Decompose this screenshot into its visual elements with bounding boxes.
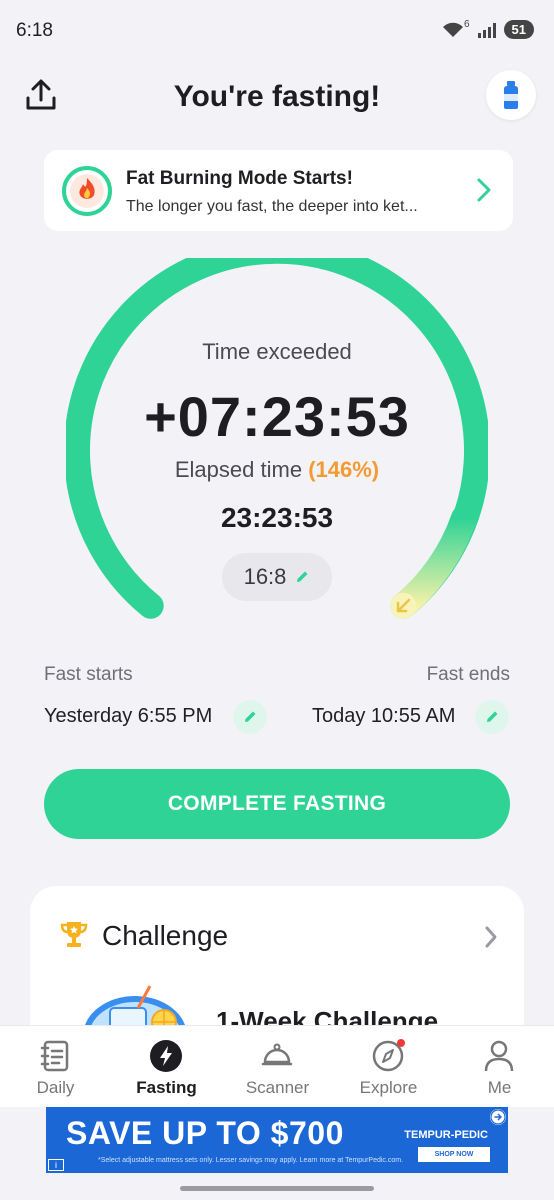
status-icons: 6 51 (442, 19, 534, 39)
battery-icon: 51 (503, 20, 534, 39)
nav-item-scanner[interactable]: Scanner (222, 1026, 333, 1108)
time-exceeded-label: Time exceeded (202, 339, 352, 364)
challenge-title: Challenge (102, 920, 229, 951)
nav-item-fasting[interactable]: Fasting (111, 1026, 222, 1108)
user-icon (484, 1040, 514, 1072)
banner-subtitle: The longer you fast, the deeper into ket… (126, 198, 418, 215)
nav-label-explore: Explore (359, 1078, 418, 1097)
bottom-nav: Daily Fasting Scanner Explore Me (0, 1025, 554, 1107)
compass-icon (372, 1039, 405, 1072)
fast-end-value: Today 10:55 AM (312, 705, 456, 727)
wifi-icon (442, 22, 463, 37)
nav-item-me[interactable]: Me (444, 1026, 554, 1108)
lightning-icon (150, 1040, 182, 1072)
water-bottle-icon (504, 81, 518, 109)
chevron-right-icon (485, 926, 497, 948)
nav-label-fasting: Fasting (136, 1078, 197, 1097)
wifi-badge: 6 (463, 19, 470, 30)
nav-label-me: Me (487, 1078, 512, 1097)
ad-shop-now-button[interactable]: SHOP NOW (418, 1147, 490, 1162)
cell-signal-icon (477, 22, 496, 38)
ad-arrow-icon[interactable] (490, 1109, 506, 1125)
notification-dot (397, 1039, 405, 1047)
elapsed-label-text: Elapsed time (174, 457, 303, 482)
elapsed-percent: (146%) (308, 457, 380, 482)
edit-end-button[interactable] (475, 700, 509, 734)
page-title: You're fasting! (173, 80, 381, 113)
edit-start-button[interactable] (233, 700, 267, 734)
banner-title: Fat Burning Mode Starts! (126, 168, 353, 189)
water-button[interactable] (486, 70, 536, 120)
fire-icon (62, 166, 112, 216)
nav-label-daily: Daily (36, 1078, 75, 1097)
notebook-icon (40, 1040, 69, 1072)
arc-end-marker (390, 592, 417, 619)
pencil-icon (245, 711, 256, 722)
complete-fasting-button[interactable]: COMPLETE FASTING (44, 769, 510, 839)
ad-fine-print: *Select adjustable mattress sets only. L… (98, 1157, 404, 1164)
elapsed-time-value: 23:23:53 (220, 502, 334, 533)
status-bar: 6:18 6 51 (0, 0, 554, 62)
trophy-icon (60, 922, 88, 947)
elapsed-time-label: Elapsed time (146%) (0, 457, 554, 483)
home-indicator[interactable] (180, 1186, 374, 1191)
nav-label-scanner: Scanner (245, 1078, 310, 1097)
nav-item-daily[interactable]: Daily (0, 1026, 111, 1108)
ad-brand: TEMPUR-PEDIC (404, 1129, 488, 1141)
status-time: 6:18 (16, 20, 53, 41)
fast-starts-label: Fast starts (44, 664, 133, 685)
pencil-icon (487, 711, 498, 722)
fast-start-value: Yesterday 6:55 PM (44, 705, 213, 727)
ad-info-icon[interactable]: i (48, 1159, 64, 1171)
plan-label: 16:8 (243, 564, 287, 589)
fasting-plan-chip[interactable]: 16:8 (222, 553, 332, 601)
time-exceeded-value: +07:23:53 (144, 385, 410, 448)
fast-ends-label: Fast ends (426, 664, 510, 685)
nav-item-explore[interactable]: Explore (333, 1026, 444, 1108)
pencil-icon (297, 571, 308, 582)
ad-banner[interactable]: SAVE UP TO $700 *Select adjustable mattr… (46, 1107, 508, 1173)
header: You're fasting! (0, 62, 554, 132)
ad-headline: SAVE UP TO $700 (66, 1115, 344, 1151)
chevron-right-icon (477, 178, 491, 202)
fat-burning-banner[interactable]: Fat Burning Mode Starts! The longer you … (44, 150, 513, 231)
cloche-icon (261, 1043, 293, 1066)
